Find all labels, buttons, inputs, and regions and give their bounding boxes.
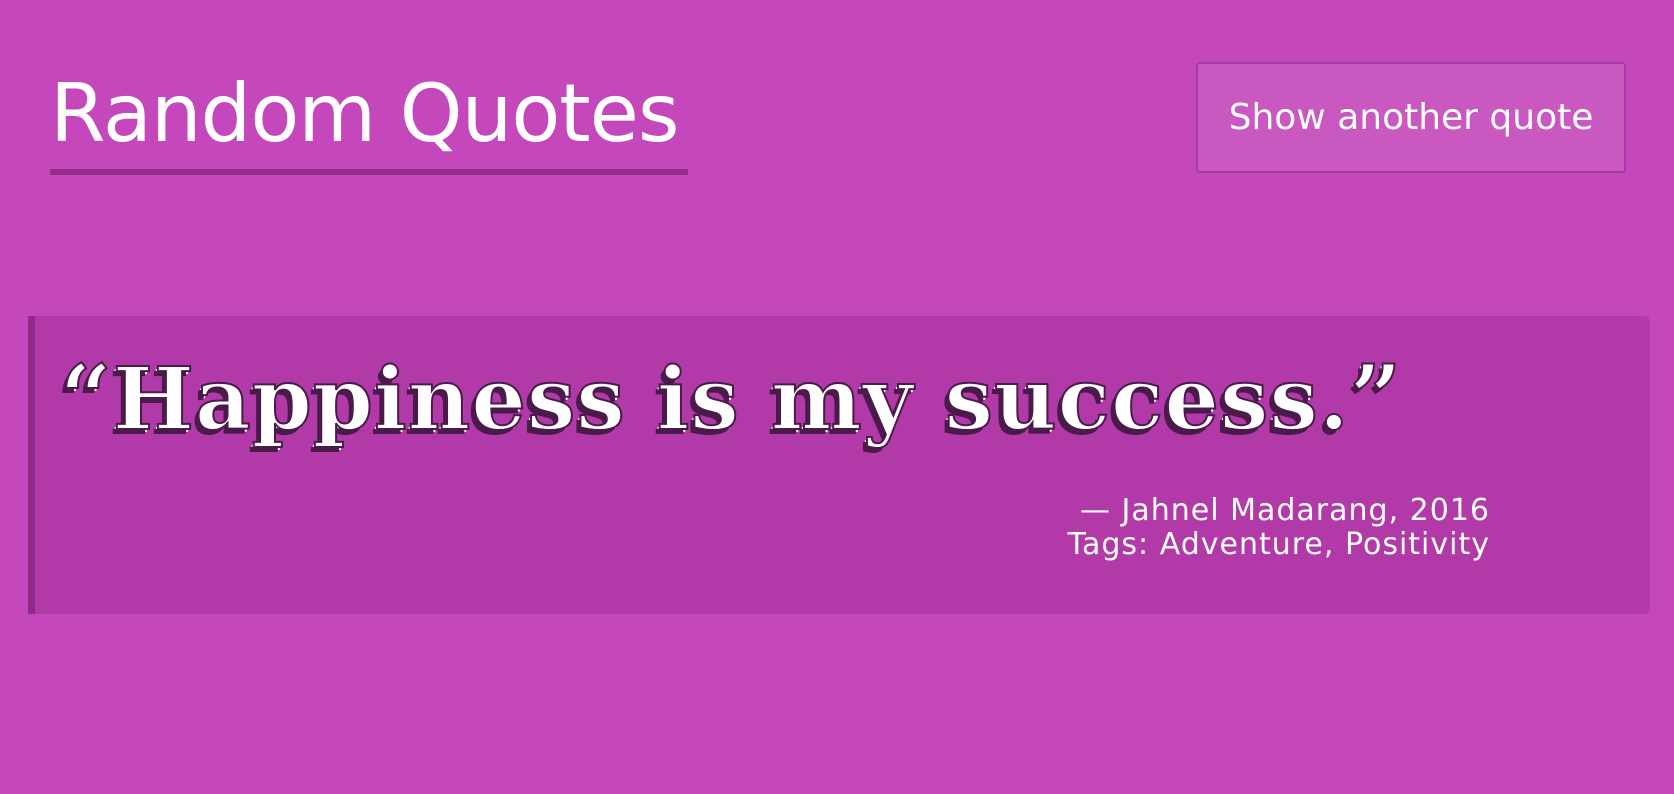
quote-meta: — Jahnel Madarang, 2016 Tags: Adventure,… (1068, 494, 1490, 562)
quote-attribution: — Jahnel Madarang, 2016 (1079, 493, 1490, 528)
quote-tags: Tags: Adventure, Positivity (1067, 527, 1490, 562)
title-underline (50, 169, 688, 175)
show-another-quote-button[interactable]: Show another quote (1196, 62, 1626, 173)
close-quote-mark: ” (1349, 344, 1403, 452)
quote-text-block: “Happiness is my success.” (59, 344, 1500, 452)
page-background: Random Quotes Show another quote “Happin… (0, 0, 1674, 794)
page-title: Random Quotes (50, 67, 680, 160)
quote-text: Happiness is my success. (112, 348, 1350, 451)
open-quote-mark: “ (59, 344, 113, 452)
quote-card-accent-bar (28, 316, 35, 614)
